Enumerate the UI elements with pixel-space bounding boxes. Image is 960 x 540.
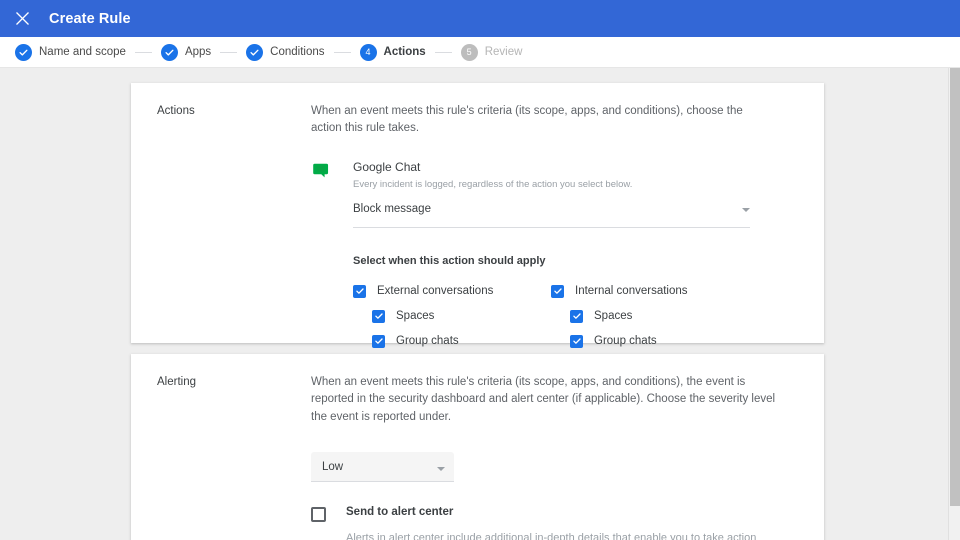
step-name-and-scope[interactable]: Name and scope bbox=[15, 43, 126, 61]
checkbox-unchecked-icon bbox=[311, 507, 326, 523]
check-icon bbox=[15, 43, 32, 61]
alert-center-description: Alerts in alert center include additiona… bbox=[346, 530, 778, 540]
step-separator bbox=[220, 51, 238, 53]
check-icon bbox=[246, 43, 264, 61]
step-label: Name and scope bbox=[39, 46, 126, 58]
checkbox-label: External conversations bbox=[377, 285, 494, 298]
vertical-scrollbar[interactable] bbox=[948, 68, 960, 540]
checkbox-external-group-chats[interactable]: Group chats bbox=[353, 329, 551, 354]
alert-center-block: Send to alert center Alerts in alert cen… bbox=[311, 506, 790, 540]
checkbox-internal-conversations[interactable]: Internal conversations bbox=[551, 279, 749, 304]
step-number-badge: 4 bbox=[359, 43, 377, 61]
checkbox-internal-spaces[interactable]: Spaces bbox=[551, 304, 749, 329]
google-chat-app-block: Google Chat Every incident is logged, re… bbox=[311, 160, 790, 379]
actions-card: Actions When an event meets this rule's … bbox=[131, 83, 824, 373]
scrollbar-thumb[interactable] bbox=[950, 68, 960, 506]
checkbox-checked-icon bbox=[372, 334, 385, 348]
checkbox-external-spaces[interactable]: Spaces bbox=[353, 304, 551, 329]
checkbox-label: Group chats bbox=[396, 335, 459, 348]
create-rule-dialog: Create Rule Name and scope Apps Conditio… bbox=[0, 0, 960, 540]
app-bar: Create Rule bbox=[0, 0, 960, 37]
app-note: Every incident is logged, regardless of … bbox=[353, 178, 633, 190]
step-apps[interactable]: Apps bbox=[160, 43, 212, 61]
stepper: Name and scope Apps Conditions 4 Actions… bbox=[0, 37, 960, 68]
checkbox-label: Internal conversations bbox=[575, 285, 688, 298]
step-actions[interactable]: 4 Actions bbox=[359, 43, 426, 61]
content-scroll-area: Actions When an event meets this rule's … bbox=[0, 68, 960, 540]
google-chat-icon bbox=[311, 161, 333, 183]
step-separator bbox=[333, 51, 351, 53]
apply-section-title: Select when this action should apply bbox=[353, 254, 546, 267]
alerting-card: Alerting When an event meets this rule's… bbox=[131, 354, 824, 540]
checkbox-label: Spaces bbox=[396, 310, 435, 323]
actions-section-label: Actions bbox=[157, 105, 195, 117]
checkbox-send-to-alert-center[interactable] bbox=[311, 506, 326, 523]
chevron-down-icon bbox=[742, 207, 750, 212]
app-name: Google Chat bbox=[353, 159, 421, 174]
checkbox-checked-icon bbox=[570, 334, 583, 348]
action-select[interactable]: Block message bbox=[353, 203, 750, 228]
checkbox-checked-icon bbox=[570, 309, 583, 323]
alert-center-title: Send to alert center bbox=[346, 506, 454, 519]
step-review[interactable]: 5 Review bbox=[460, 43, 523, 61]
step-separator bbox=[434, 51, 452, 53]
step-label: Review bbox=[484, 46, 523, 58]
action-select-value: Block message bbox=[353, 202, 431, 215]
step-label: Apps bbox=[184, 46, 212, 58]
step-separator bbox=[134, 51, 152, 53]
step-label: Conditions bbox=[270, 46, 325, 58]
actions-description: When an event meets this rule's criteria… bbox=[311, 105, 743, 135]
close-icon[interactable] bbox=[9, 6, 35, 32]
checkbox-internal-group-chats[interactable]: Group chats bbox=[551, 329, 749, 354]
alert-center-description-text: Alerts in alert center include additiona… bbox=[346, 532, 757, 540]
severity-select[interactable]: Low bbox=[311, 452, 454, 483]
checkbox-checked-icon bbox=[353, 284, 366, 298]
step-conditions[interactable]: Conditions bbox=[246, 43, 325, 61]
chevron-down-icon bbox=[437, 467, 445, 472]
severity-select-value: Low bbox=[322, 460, 344, 473]
alerting-description: When an event meets this rule's criteria… bbox=[311, 376, 776, 423]
checkbox-checked-icon bbox=[372, 309, 385, 323]
checkbox-checked-icon bbox=[551, 284, 564, 298]
check-icon bbox=[160, 43, 178, 61]
page-title: Create Rule bbox=[49, 10, 131, 27]
step-label: Actions bbox=[383, 46, 426, 58]
step-number-badge: 5 bbox=[460, 43, 478, 61]
checkbox-label: Spaces bbox=[594, 310, 633, 323]
alerting-section-label: Alerting bbox=[157, 376, 196, 388]
checkbox-external-conversations[interactable]: External conversations bbox=[353, 279, 551, 304]
checkbox-label: Group chats bbox=[594, 335, 657, 348]
